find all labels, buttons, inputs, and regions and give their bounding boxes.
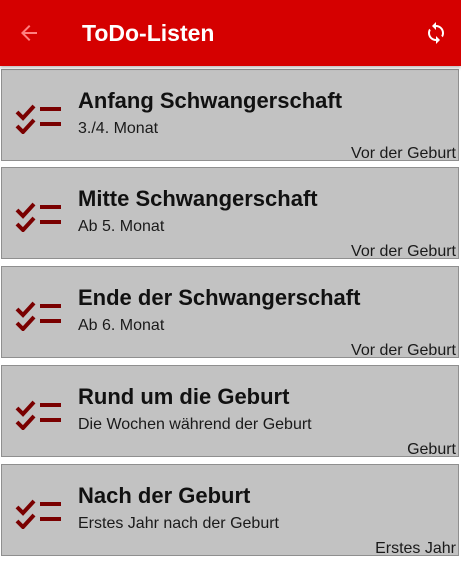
list-item-category: Vor der Geburt bbox=[351, 243, 456, 260]
checklist-icon bbox=[15, 301, 61, 331]
list-item-subtitle: Die Wochen während der Geburt bbox=[78, 416, 312, 433]
list-item[interactable]: Nach der Geburt Erstes Jahr nach der Geb… bbox=[1, 464, 459, 557]
list-item-category: Geburt bbox=[407, 441, 456, 458]
back-button[interactable] bbox=[10, 14, 48, 52]
checklist-icon bbox=[15, 400, 61, 430]
list-item-title: Rund um die Geburt bbox=[78, 384, 290, 409]
checklist-icon bbox=[15, 202, 61, 232]
list-item-subtitle: Erstes Jahr nach der Geburt bbox=[78, 515, 279, 532]
sync-icon bbox=[428, 22, 444, 44]
list-item[interactable]: Rund um die Geburt Die Wochen während de… bbox=[1, 365, 459, 458]
list-item-subtitle: Ab 6. Monat bbox=[78, 317, 165, 334]
list-item-category: Erstes Jahr bbox=[375, 540, 456, 557]
sync-button[interactable] bbox=[418, 14, 454, 52]
app-bar: ToDo-Listen bbox=[0, 0, 461, 66]
list-item-title: Anfang Schwangerschaft bbox=[78, 88, 343, 113]
list-item-subtitle: Ab 5. Monat bbox=[78, 218, 165, 235]
list-item-category: Vor der Geburt bbox=[351, 342, 456, 359]
list-item-category: Vor der Geburt bbox=[351, 145, 456, 162]
list-item[interactable]: Anfang Schwangerschaft 3./4. Monat Vor d… bbox=[1, 69, 459, 162]
checklist-icon bbox=[15, 104, 61, 134]
list-item[interactable]: Ende der Schwangerschaft Ab 6. Monat Vor… bbox=[1, 266, 459, 359]
checklist-icon bbox=[15, 499, 61, 529]
page-title: ToDo-Listen bbox=[82, 20, 215, 46]
list-item[interactable]: Mitte Schwangerschaft Ab 5. Monat Vor de… bbox=[1, 167, 459, 260]
list-item-title: Mitte Schwangerschaft bbox=[78, 186, 318, 211]
list-item-title: Ende der Schwangerschaft bbox=[78, 285, 361, 310]
list-item-title: Nach der Geburt bbox=[78, 483, 251, 508]
arrow-back-icon bbox=[21, 25, 37, 41]
list-item-subtitle: 3./4. Monat bbox=[78, 120, 159, 137]
